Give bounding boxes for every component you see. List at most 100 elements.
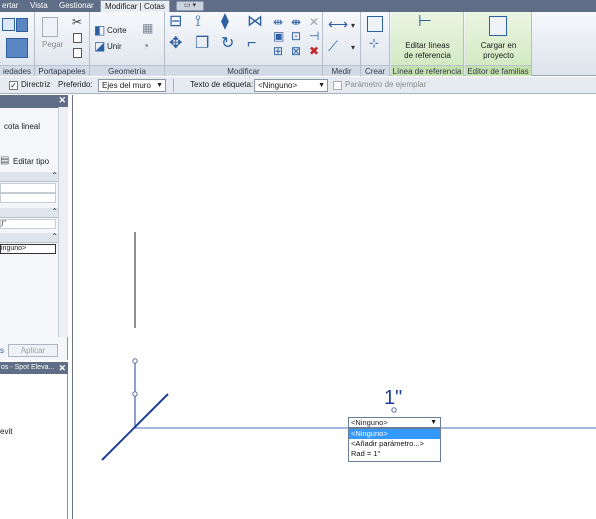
- project-browser-title-text: os - Spot Eleva...: [1, 364, 55, 371]
- chevron-up-icon: ⌃: [51, 232, 58, 241]
- delete-icon[interactable]: ✖: [309, 45, 319, 57]
- array-icon[interactable]: ▣: [273, 30, 284, 42]
- properties-help-link[interactable]: s: [0, 346, 4, 355]
- offset-icon[interactable]: ⟟: [195, 14, 201, 30]
- edit-type-button[interactable]: Editar tipo: [13, 157, 49, 166]
- edit-reference-lines-icon[interactable]: ⊢: [418, 14, 432, 30]
- close-icon[interactable]: ✕: [58, 362, 66, 374]
- property-value-text: )": [1, 220, 6, 227]
- panel-label-medir: Medir: [323, 65, 360, 76]
- scale-icon[interactable]: ⊡: [291, 30, 301, 42]
- panel-modificar: ⊟ ⟟ ⧫ ⋈ ✥ ❐ ↻ ⌐ ⇹ ⇼ ✕ ▣ ⊡ ⊣ ⊞ ⊠ ✖ Modifi…: [165, 12, 323, 76]
- type-properties-icon[interactable]: [16, 18, 28, 32]
- create-group-icon[interactable]: ⊹: [369, 37, 379, 49]
- split-element-icon[interactable]: ⇹: [273, 16, 283, 28]
- directriz-checkbox[interactable]: ✓: [9, 81, 18, 90]
- drawing-svg: [101, 232, 596, 461]
- panel-medir: ⟷ ▾ ⟋ ▾ Medir: [323, 12, 361, 76]
- move-icon[interactable]: ✥: [169, 36, 182, 52]
- property-value-text: inguno>: [1, 245, 27, 252]
- pin-icon[interactable]: ⊣: [309, 30, 319, 42]
- label-dropdown-list: <Ninguno> <Añadir parámetro...> Rad = 1": [348, 428, 441, 462]
- load-into-project-label-2[interactable]: proyecto: [465, 51, 532, 61]
- chevron-down-icon: ▼: [318, 82, 325, 89]
- preferido-select[interactable]: Ejes del muro ▼: [98, 79, 166, 92]
- tab-vista[interactable]: Vista: [26, 0, 52, 12]
- preferido-value: Ejes del muro: [102, 81, 151, 90]
- edit-reference-lines-label-2[interactable]: de referencia: [391, 51, 464, 61]
- trim-single-icon[interactable]: ⊞: [273, 45, 283, 57]
- unpin-icon[interactable]: ✕: [309, 16, 319, 28]
- tab-insertar[interactable]: ertar: [0, 0, 22, 12]
- options-bar: ✓ Directriz Preferido: Ejes del muro ▼ T…: [0, 77, 596, 94]
- dropdown-option-ninguno[interactable]: <Ninguno>: [349, 429, 440, 439]
- wall-joins-icon[interactable]: ▦: [142, 22, 153, 34]
- properties-scrollbar[interactable]: [58, 107, 68, 337]
- cut-icon[interactable]: ✂: [72, 16, 82, 28]
- property-value-cell[interactable]: )": [0, 219, 56, 229]
- chevron-up-icon: ⌃: [51, 207, 58, 216]
- etiqueta-select[interactable]: <Ninguno> ▼: [254, 79, 328, 92]
- label-select[interactable]: <Ninguno> ▼: [348, 417, 441, 428]
- property-value-cell[interactable]: [0, 183, 56, 193]
- panel-crear: ⊹ Crear: [361, 12, 390, 76]
- panel-label-propiedades: iedades: [0, 65, 34, 76]
- split-gap-icon[interactable]: ⇼: [291, 16, 301, 28]
- paste-icon[interactable]: [42, 17, 58, 37]
- create-similar-icon[interactable]: [367, 16, 383, 32]
- apply-button[interactable]: Aplicar: [8, 344, 58, 357]
- parametro-ejemplar-checkbox[interactable]: [333, 81, 342, 90]
- copy-icon[interactable]: [73, 33, 82, 43]
- measure-dropdown-icon[interactable]: ▾: [351, 20, 355, 32]
- panel-propiedades: iedades: [0, 12, 35, 76]
- chevron-up-icon: ⌃: [51, 171, 58, 180]
- load-into-project-label-1[interactable]: Cargar en: [465, 41, 532, 51]
- corte-button[interactable]: Corte: [107, 26, 127, 35]
- measure-icon[interactable]: ⟷: [328, 17, 348, 31]
- panel-geometria: ◧ Corte ◪ Unir ▦ ◔ Geometría: [90, 12, 165, 76]
- tab-gestionar[interactable]: Gestionar: [55, 0, 98, 12]
- drag-grip-mid[interactable]: [132, 391, 138, 397]
- etiqueta-value: <Ninguno>: [258, 81, 298, 90]
- panel-editor-familias: Cargar en proyecto Editor de familias: [465, 12, 532, 76]
- etiqueta-label: Texto de etiqueta:: [190, 80, 254, 89]
- trim-multiple-icon[interactable]: ⊠: [291, 45, 301, 57]
- edit-reference-lines-label-1[interactable]: Editar líneas: [391, 41, 464, 51]
- property-value-cell[interactable]: [0, 193, 56, 203]
- parametro-ejemplar-label: Parámetro de ejemplar: [345, 80, 427, 89]
- drag-grip-top[interactable]: [132, 358, 138, 364]
- project-browser: os - Spot Eleva... ✕ evit: [0, 362, 68, 519]
- property-value-cell[interactable]: inguno>: [0, 244, 56, 254]
- dimension-dropdown-icon[interactable]: ▾: [351, 42, 355, 54]
- tab-options-dropdown[interactable]: ▭ ▾: [176, 1, 204, 11]
- drawing-canvas[interactable]: 1" <Ninguno> ▼ <Ninguno> <Añadir parámet…: [72, 95, 596, 519]
- family-types-icon[interactable]: [6, 38, 28, 58]
- browser-item[interactable]: evit: [0, 427, 12, 436]
- dropdown-option-anadir-parametro[interactable]: <Añadir parámetro...>: [349, 439, 440, 449]
- tab-modificar-cotas[interactable]: Modificar | Cotas: [100, 0, 170, 12]
- match-properties-icon[interactable]: [73, 48, 82, 58]
- panel-label-geometria: Geometría: [90, 65, 164, 76]
- close-icon[interactable]: ✕: [58, 95, 66, 106]
- unir-button[interactable]: Unir: [107, 42, 122, 51]
- rotate-icon[interactable]: ↻: [221, 36, 234, 52]
- ribbon-tab-bar: ertar Vista Gestionar Modificar | Cotas …: [0, 0, 596, 12]
- dimension-value-text[interactable]: 1": [384, 387, 402, 410]
- align-icon[interactable]: ⊟: [169, 14, 182, 30]
- load-into-project-icon[interactable]: [489, 16, 507, 36]
- aligned-dimension-icon[interactable]: ⟋: [328, 39, 338, 53]
- dropdown-option-rad[interactable]: Rad = 1": [349, 449, 440, 459]
- edit-type-icon[interactable]: ▤: [0, 155, 9, 167]
- mirror-axis-icon[interactable]: ⧫: [221, 14, 229, 30]
- mirror-draw-icon[interactable]: ⋈: [247, 14, 263, 30]
- copy-element-icon[interactable]: ❐: [195, 36, 209, 52]
- split-face-icon[interactable]: ◔: [142, 40, 149, 52]
- chevron-down-icon: ▼: [156, 82, 163, 89]
- panel-label-crear: Crear: [361, 65, 389, 76]
- directriz-label: Directriz: [21, 80, 51, 89]
- properties-icon[interactable]: [2, 18, 15, 31]
- join-geometry-icon: ◪: [94, 39, 106, 53]
- trim-extend-icon[interactable]: ⌐: [247, 36, 256, 52]
- panel-label-portapapeles: Portapapeles: [35, 65, 89, 76]
- type-selector-text[interactable]: cota lineal: [4, 122, 40, 131]
